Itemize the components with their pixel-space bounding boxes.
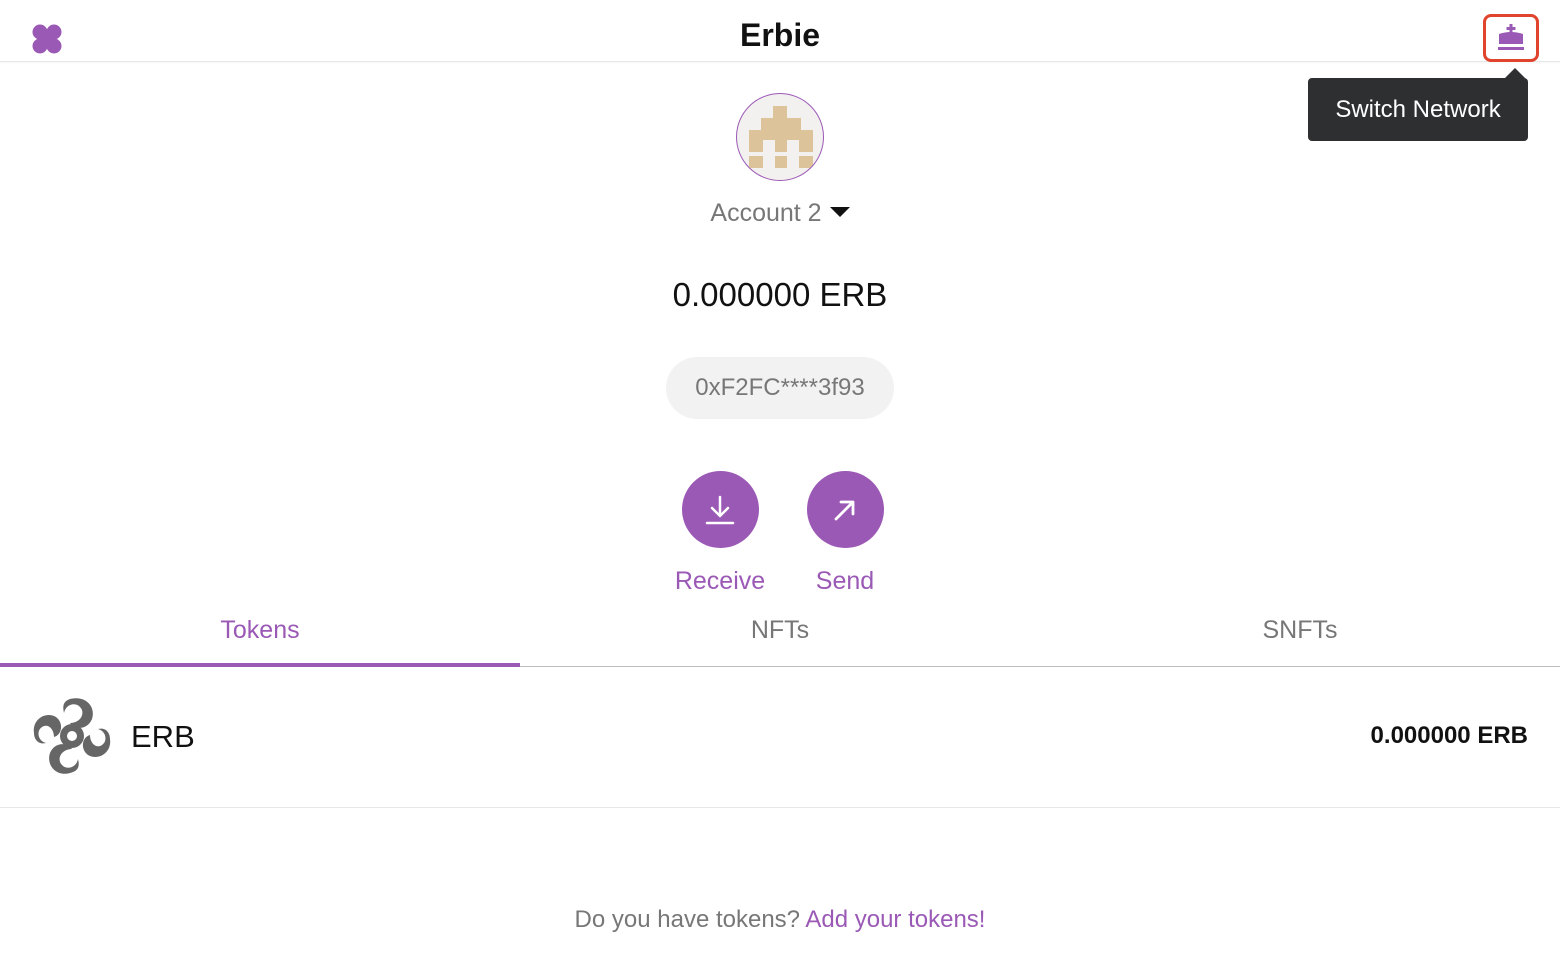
add-tokens-question: Do you have tokens? — [574, 906, 801, 933]
switch-network-tooltip: Switch Network — [1308, 78, 1528, 141]
send-circle[interactable] — [806, 471, 884, 548]
asset-tabs: Tokens NFTs SNFTs — [0, 610, 1560, 667]
tab-tokens[interactable]: Tokens — [0, 610, 520, 667]
erb-token-icon — [33, 698, 111, 774]
tab-snfts[interactable]: SNFTs — [1040, 610, 1560, 666]
account-name: Account 2 — [710, 199, 822, 227]
token-symbol: ERB — [131, 719, 195, 754]
download-icon — [705, 495, 735, 524]
add-tokens-link[interactable]: Add your tokens! — [805, 906, 985, 933]
token-row[interactable]: ERB 0.000000 ERB — [0, 667, 1560, 808]
crown-icon — [1498, 24, 1524, 50]
token-balance: 0.000000 ERB — [1370, 722, 1528, 749]
send-button[interactable]: Send — [785, 471, 905, 598]
arrow-up-right-icon — [834, 500, 855, 520]
receive-circle[interactable] — [681, 471, 759, 548]
identicon-avatar-icon — [749, 106, 813, 168]
tooltip-arrow — [1505, 68, 1525, 78]
top-bar: Erbie — [0, 0, 1560, 62]
app-title: Erbie — [739, 17, 821, 53]
switch-network-button[interactable] — [1483, 14, 1539, 62]
account-selector[interactable]: Account 2 — [0, 196, 1560, 230]
receive-label: Receive — [674, 567, 766, 595]
account-balance: 0.000000 ERB — [672, 276, 888, 313]
account-avatar[interactable] — [736, 93, 824, 181]
wallet-app: Erbie Switch Network Account 2 0.000000 … — [0, 0, 1560, 954]
address-copy-button[interactable]: 0xF2FC****3f93 — [666, 357, 894, 419]
receive-button[interactable]: Receive — [660, 471, 780, 598]
add-tokens-prompt: Do you have tokens? Add your tokens! — [0, 902, 1560, 938]
send-label: Send — [815, 567, 875, 595]
tab-nfts[interactable]: NFTs — [520, 610, 1040, 666]
caret-down-icon — [829, 207, 850, 218]
